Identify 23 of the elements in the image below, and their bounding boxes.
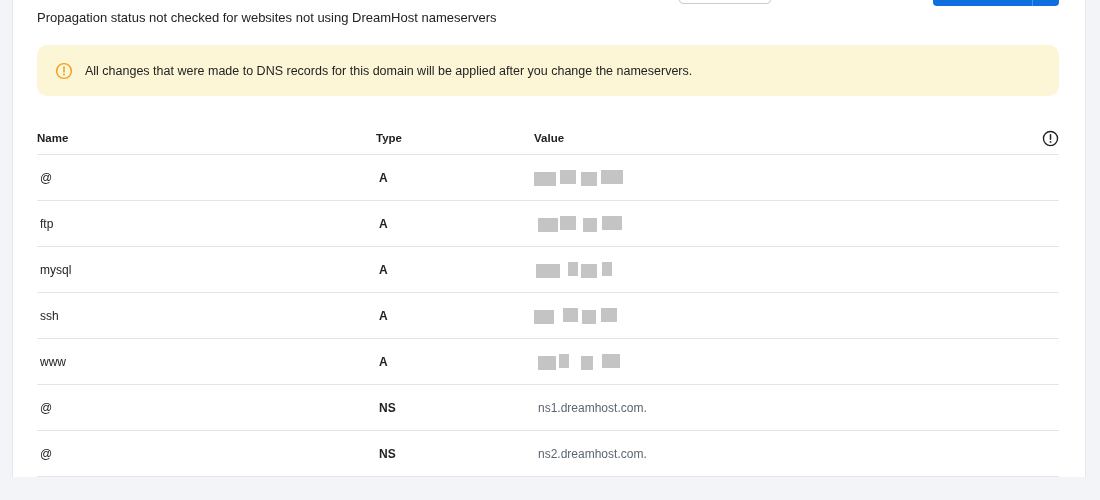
record-value: ns2.dreamhost.com. xyxy=(537,446,647,461)
info-icon[interactable] xyxy=(1042,129,1059,147)
record-name: mysql xyxy=(39,262,73,277)
record-name: ftp xyxy=(39,216,55,231)
column-header: Value xyxy=(534,132,565,144)
record-type: A xyxy=(378,354,389,369)
record-type: NS xyxy=(378,400,397,415)
record-type: A xyxy=(378,216,389,231)
record-name: @ xyxy=(39,170,54,185)
record-type: A xyxy=(378,262,389,277)
record-type: NS xyxy=(378,446,397,461)
warning-icon xyxy=(55,61,73,80)
record-type: A xyxy=(378,170,389,185)
column-header: Name xyxy=(37,132,70,144)
record-type: A xyxy=(378,308,389,323)
propagation-note: Propagation status not checked for websites not using DreamHost nameservers xyxy=(37,9,498,27)
record-value: ns1.dreamhost.com. xyxy=(537,400,647,415)
record-name: www xyxy=(39,354,67,369)
record-name: @ xyxy=(39,446,54,461)
column-header: Type xyxy=(376,132,403,144)
notice-text: All changes that were made to DNS records for this domain will be applied after you change the nameservers. xyxy=(85,63,693,78)
record-name: ssh xyxy=(39,308,60,323)
record-name: @ xyxy=(39,400,54,415)
